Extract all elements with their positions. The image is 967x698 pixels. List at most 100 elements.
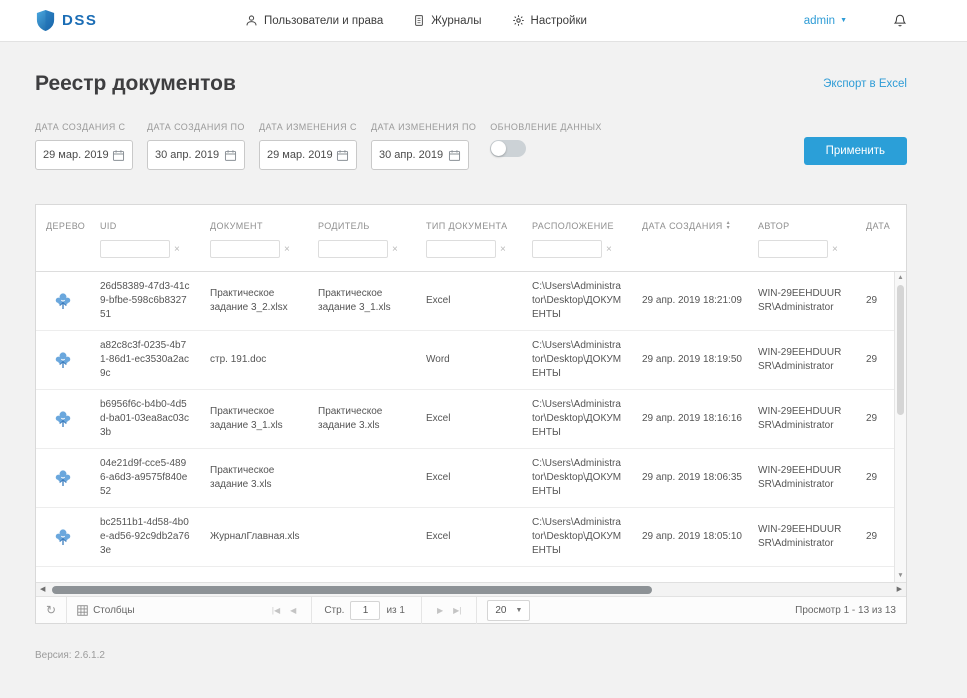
clear-filter-icon[interactable]: × (606, 244, 612, 255)
app-logo[interactable]: DSS (35, 9, 97, 32)
table-row[interactable]: a82c8c3f-0235-4b71-86d1-ec3530a2ac9c стр… (36, 331, 906, 390)
clear-filter-icon[interactable]: × (284, 244, 290, 255)
nav-journals[interactable]: Журналы (413, 14, 482, 27)
bell-icon[interactable] (893, 13, 907, 28)
page-title: Реестр документов (35, 72, 236, 95)
clear-filter-icon[interactable]: × (832, 244, 838, 255)
scroll-down-icon[interactable]: ▼ (895, 570, 906, 582)
calendar-icon[interactable] (448, 149, 461, 162)
chevron-down-icon: ▼ (515, 606, 523, 614)
calendar-icon[interactable] (224, 149, 237, 162)
table-row[interactable]: b6956f6c-b4b0-4d5d-ba01-03ea8ac03c3b Пра… (36, 390, 906, 449)
horizontal-scrollbar[interactable]: ◀ ▶ (36, 582, 906, 596)
col-uid[interactable]: UID (90, 221, 200, 231)
table-body: 26d58389-47d3-41c9-bfbe-598c6b832751 Пра… (36, 272, 906, 582)
nav-users-label: Пользователи и права (264, 14, 384, 27)
nav-users-rights[interactable]: Пользователи и права (245, 14, 383, 27)
vertical-scrollbar-thumb[interactable] (897, 285, 904, 415)
table-row[interactable]: 04e21d9f-cce5-4896-a6d3-a9575f840e52 Пра… (36, 449, 906, 508)
tree-icon[interactable] (53, 527, 73, 548)
prev-page-icon[interactable]: ◀ (285, 606, 301, 615)
document-filter-input[interactable] (210, 240, 280, 258)
col-parent[interactable]: РОДИТЕЛЬ (308, 221, 416, 231)
page-number-input[interactable] (350, 600, 381, 620)
data-refresh-toggle[interactable] (490, 140, 527, 157)
apply-button[interactable]: Применить (803, 137, 907, 165)
filter-modified-from: ДАТА ИЗМЕНЕНИЯ С 29 мар. 2019 (259, 122, 357, 170)
tree-icon[interactable] (53, 350, 73, 371)
user-menu[interactable]: admin ▼ (804, 15, 847, 27)
uid-cell: 04e21d9f-cce5-4896-a6d3-a9575f840e52 (100, 458, 188, 497)
parent-cell: Практическое задание 3_1.xls (318, 288, 391, 313)
filter-modified-to: ДАТА ИЗМЕНЕНИЯ ПО 30 апр. 2019 (371, 122, 476, 170)
refresh-icon[interactable]: ↻ (46, 603, 56, 617)
doc-type-cell: Excel (426, 531, 451, 542)
calendar-icon[interactable] (112, 149, 125, 162)
created-cell: 29 апр. 2019 18:19:50 (642, 354, 742, 365)
columns-button[interactable]: Столбцы (77, 605, 135, 616)
author-filter-input[interactable] (758, 240, 828, 258)
calendar-icon[interactable] (336, 149, 349, 162)
location-filter-input[interactable] (532, 240, 602, 258)
horizontal-scrollbar-thumb[interactable] (52, 586, 652, 594)
col-author[interactable]: АВТОР (748, 221, 856, 231)
sort-icon[interactable]: ▴ ▾ (727, 220, 730, 231)
date-created-to-input[interactable]: 30 апр. 2019 (147, 140, 245, 170)
created-cell: 29 апр. 2019 18:16:16 (642, 413, 742, 424)
clear-filter-icon[interactable]: × (174, 244, 180, 255)
main-content: Реестр документов Экспорт в Excel ДАТА С… (0, 72, 967, 624)
export-excel-link[interactable]: Экспорт в Excel (823, 78, 907, 90)
filter-created-to: ДАТА СОЗДАНИЯ ПО 30 апр. 2019 (147, 122, 245, 170)
col-tree[interactable]: ДЕРЕВО (36, 221, 90, 231)
col-created[interactable]: ДАТА СОЗДАНИЯ ▴ ▾ (632, 220, 748, 231)
last-page-icon[interactable]: ▶| (448, 606, 466, 615)
doc-type-cell: Excel (426, 413, 451, 424)
uid-filter-input[interactable] (100, 240, 170, 258)
doc-type-filter-input[interactable] (426, 240, 496, 258)
scroll-right-icon[interactable]: ▶ (893, 583, 906, 597)
created-cell: 29 апр. 2019 18:06:35 (642, 472, 742, 483)
location-cell: C:\Users\Administrator\Desktop\ДОКУМЕНТЫ (532, 340, 622, 379)
location-cell: C:\Users\Administrator\Desktop\ДОКУМЕНТЫ (532, 281, 622, 320)
date-value: 30 апр. 2019 (379, 149, 444, 161)
author-cell: WIN-29EEHDUURSR\Administrator (758, 524, 842, 549)
uid-cell: 26d58389-47d3-41c9-bfbe-598c6b832751 (100, 281, 190, 320)
date-modified-to-input[interactable]: 30 апр. 2019 (371, 140, 469, 170)
first-page-icon[interactable]: |◀ (267, 606, 285, 615)
toggle-label: ОБНОВЛЕНИЕ ДАННЫХ (490, 122, 602, 132)
tree-icon[interactable] (53, 468, 73, 489)
scroll-up-icon[interactable]: ▲ (895, 272, 906, 284)
col-document[interactable]: ДОКУМЕНТ (200, 221, 308, 231)
col-location[interactable]: РАСПОЛОЖЕНИЕ (522, 221, 632, 231)
date-value: 29 мар. 2019 (43, 149, 109, 161)
doc-type-cell: Excel (426, 295, 451, 306)
table-row[interactable]: 26d58389-47d3-41c9-bfbe-598c6b832751 Пра… (36, 272, 906, 331)
nav-settings[interactable]: Настройки (512, 14, 587, 27)
parent-filter-input[interactable] (318, 240, 388, 258)
document-cell: стр. 191.doc (210, 354, 267, 365)
clear-filter-icon[interactable]: × (500, 244, 506, 255)
next-page-icon[interactable]: ▶ (432, 606, 448, 615)
filter-label: ДАТА СОЗДАНИЯ С (35, 122, 126, 132)
location-cell: C:\Users\Administrator\Desktop\ДОКУМЕНТЫ (532, 517, 622, 556)
date-modified-from-input[interactable]: 29 мар. 2019 (259, 140, 357, 170)
top-bar: DSS Пользователи и права Журналы Настрой… (0, 0, 967, 42)
author-cell: WIN-29EEHDUURSR\Administrator (758, 465, 842, 490)
page-total-label: из 1 (386, 604, 405, 616)
document-cell: ЖурналГлавная.xls (210, 531, 300, 542)
table-row[interactable]: 4f8b1d0e-4c58-4a2e- C:\Users\Administrat… (36, 567, 906, 582)
tree-icon[interactable] (53, 291, 73, 312)
col-modified[interactable]: ДАТА (856, 221, 906, 231)
clear-filter-icon[interactable]: × (392, 244, 398, 255)
tree-icon[interactable] (53, 409, 73, 430)
table-header: ДЕРЕВО UID ДОКУМЕНТ РОДИТЕЛЬ ТИП ДОКУМЕН… (36, 205, 906, 272)
page-size-select[interactable]: 20 ▼ (487, 599, 531, 621)
date-value: 30 апр. 2019 (155, 149, 220, 161)
scroll-left-icon[interactable]: ◀ (36, 583, 49, 597)
table-row[interactable]: bc2511b1-4d58-4b0e-ad56-92c9db2a763e Жур… (36, 508, 906, 567)
vertical-scrollbar[interactable]: ▲ ▼ (894, 272, 906, 582)
col-doc-type[interactable]: ТИП ДОКУМЕНТА (416, 221, 522, 231)
logo-text: DSS (62, 12, 98, 29)
date-created-from-input[interactable]: 29 мар. 2019 (35, 140, 133, 170)
date-value: 29 мар. 2019 (267, 149, 333, 161)
